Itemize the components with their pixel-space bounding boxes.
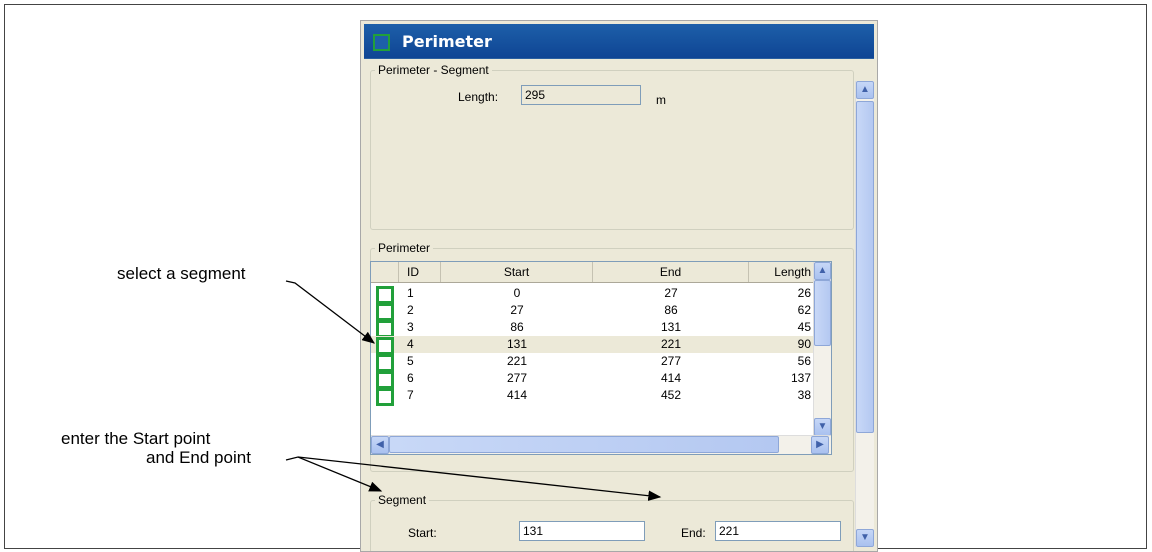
length-unit: m: [656, 93, 666, 107]
annotation-enter-points-line1: enter the Start point: [61, 429, 211, 448]
cell-start: 0: [513, 286, 521, 300]
length-field: 295: [521, 85, 641, 105]
table-scroll-down-button[interactable]: ▼: [814, 418, 831, 436]
cell-start: 27: [510, 303, 524, 317]
end-input[interactable]: 221: [715, 521, 841, 541]
cell-start: 86: [510, 320, 524, 334]
row-checkbox-icon[interactable]: [376, 388, 394, 406]
cell-length: 26: [797, 286, 811, 300]
perimeter-window: Perimeter Perimeter - Segment Length: 29…: [360, 20, 878, 552]
length-label: Length:: [458, 90, 499, 104]
start-label: Start:: [408, 526, 437, 540]
column-header-check: [371, 262, 399, 282]
title-bar[interactable]: Perimeter: [364, 24, 874, 59]
cell-end: 86: [664, 303, 678, 317]
cell-length: 62: [797, 303, 811, 317]
column-header-start[interactable]: Start: [441, 262, 593, 282]
cell-start: 131: [506, 337, 528, 351]
cell-id: 6: [407, 371, 414, 385]
cell-end: 131: [660, 320, 682, 334]
cell-length: 137: [790, 371, 811, 385]
cell-end: 27: [664, 286, 678, 300]
window-vertical-scrollbar[interactable]: ▲ ▼: [855, 81, 874, 547]
table-scroll-left-button[interactable]: ◀: [371, 436, 389, 454]
perimeter-segment-legend: Perimeter - Segment: [375, 63, 492, 77]
window-scroll-down-button[interactable]: ▼: [856, 529, 874, 547]
perimeter-table[interactable]: ID Start End Length 1 0 27 26 2 27 86 62 3 86 131 4…: [370, 261, 832, 455]
column-header-id[interactable]: ID: [399, 262, 441, 282]
column-header-end[interactable]: End: [593, 262, 749, 282]
table-row[interactable]: 3 86 131 45: [371, 319, 813, 338]
table-row[interactable]: 1 0 27 26: [371, 285, 813, 304]
cell-start: 277: [506, 371, 528, 385]
table-scroll-thumb[interactable]: [814, 280, 831, 346]
cell-length: 56: [797, 354, 811, 368]
window-title: Perimeter: [402, 32, 492, 51]
cell-end: 414: [660, 371, 682, 385]
end-label: End:: [681, 526, 706, 540]
table-row[interactable]: 5 221 277 56: [371, 353, 813, 372]
table-horizontal-thumb[interactable]: [389, 436, 779, 453]
annotation-select-segment: select a segment: [117, 264, 246, 283]
cell-id: 7: [407, 388, 414, 402]
cell-start: 414: [506, 388, 528, 402]
cell-length: 45: [797, 320, 811, 334]
table-vertical-scrollbar[interactable]: ▲ ▼: [813, 262, 831, 436]
window-scroll-thumb[interactable]: [856, 101, 874, 433]
cell-id: 4: [407, 337, 414, 351]
table-horizontal-scrollbar[interactable]: ◀ ▶: [371, 435, 831, 454]
cell-id: 5: [407, 354, 414, 368]
column-header-length[interactable]: Length: [749, 262, 815, 282]
cell-length: 38: [797, 388, 811, 402]
table-row[interactable]: 6 277 414 137: [371, 370, 813, 389]
table-row[interactable]: 7 414 452 38: [371, 387, 813, 406]
table-scroll-right-button[interactable]: ▶: [811, 436, 829, 454]
cell-end: 277: [660, 354, 682, 368]
perimeter-legend: Perimeter: [375, 241, 434, 255]
cell-id: 3: [407, 320, 414, 334]
cell-end: 452: [660, 388, 682, 402]
window-content: Perimeter - Segment Length: 295 m Perime…: [364, 59, 854, 551]
cell-id: 2: [407, 303, 414, 317]
cell-length: 90: [797, 337, 811, 351]
table-row[interactable]: 2 27 86 62: [371, 302, 813, 321]
perimeter-icon: [373, 34, 390, 51]
start-input[interactable]: 131: [519, 521, 645, 541]
window-scroll-up-button[interactable]: ▲: [856, 81, 874, 99]
cell-start: 221: [506, 354, 528, 368]
segment-legend: Segment: [375, 493, 430, 507]
table-row[interactable]: 4 131 221 90: [371, 336, 813, 355]
cell-id: 1: [407, 286, 414, 300]
table-header: ID Start End Length: [371, 262, 813, 283]
cell-end: 221: [660, 337, 682, 351]
annotation-enter-points-line2: and End point: [146, 448, 251, 467]
table-scroll-up-button[interactable]: ▲: [814, 262, 831, 280]
